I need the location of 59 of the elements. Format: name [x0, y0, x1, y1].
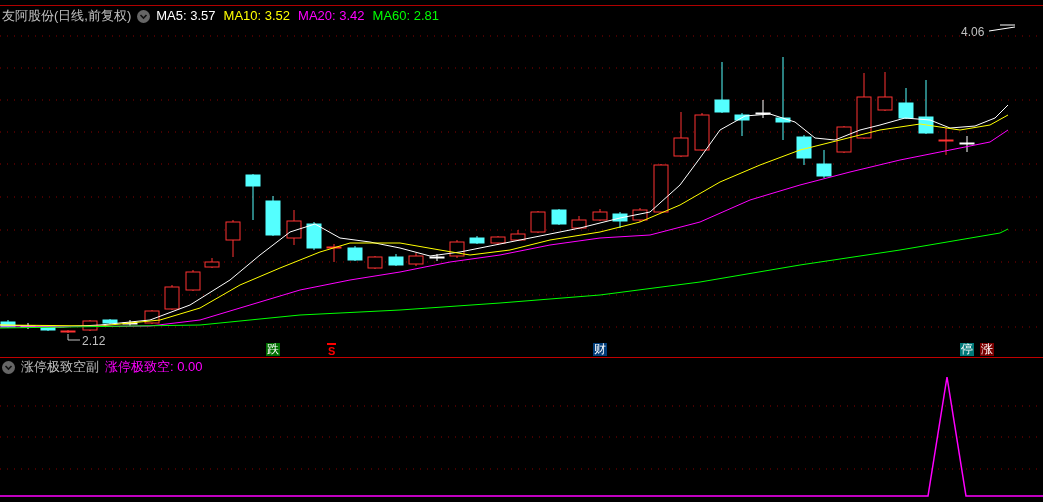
candlestick: [856, 72, 872, 140]
price-pointer-icon: [67, 333, 81, 341]
candlestick: [938, 127, 954, 156]
candlestick: [877, 71, 893, 112]
candlestick: [816, 149, 832, 179]
candlestick: [306, 221, 322, 251]
candlestick: [632, 207, 648, 223]
dropdown-icon[interactable]: [2, 360, 15, 374]
moving-average-label: MA10: 3.52: [223, 8, 291, 24]
candlestick: [612, 211, 628, 229]
candlestick: [408, 252, 424, 267]
candlestick: [82, 319, 98, 332]
price-label: 4.06: [961, 25, 985, 39]
signal-badge: 涨: [980, 343, 994, 356]
candlestick: [122, 319, 138, 327]
candlestick: [60, 329, 76, 334]
dropdown-icon[interactable]: [137, 9, 151, 23]
candlestick: [653, 163, 669, 214]
candlestick: [510, 229, 526, 242]
candlestick: [164, 284, 180, 311]
candlestick: [551, 208, 567, 226]
candlestick: [429, 253, 445, 262]
indicator-name: 涨停极致空副: [21, 359, 99, 375]
candlestick: [204, 257, 220, 269]
candlestick: [449, 239, 465, 259]
candlestick: [694, 112, 710, 152]
candlestick: [673, 111, 689, 158]
candlestick: [265, 195, 281, 237]
candlestick: [918, 79, 934, 135]
candlestick: [714, 61, 730, 114]
candlestick: [734, 112, 750, 137]
candlestick: [592, 208, 608, 222]
candlestick: [755, 99, 771, 119]
chart-title: 友阿股份(日线,前复权): [2, 8, 132, 24]
candlestick: [225, 219, 241, 258]
price-pointer-icon: [988, 24, 1016, 32]
candlestick: [898, 87, 914, 120]
candlestick: [347, 245, 363, 262]
moving-average-label: MA5: 3.57: [156, 8, 216, 24]
candlestick: [367, 255, 383, 270]
signal-badge: 财: [593, 343, 607, 356]
signal-badge: 跌: [266, 343, 280, 356]
moving-average-label: MA20: 3.42: [298, 8, 365, 24]
candlestick: [959, 135, 975, 153]
signal-badge: 停: [960, 343, 974, 356]
candlestick: [326, 243, 342, 263]
candlestick: [490, 235, 506, 246]
candlestick: [571, 215, 587, 230]
candlestick: [469, 235, 485, 245]
candlestick: [796, 134, 812, 166]
candlestick: [185, 269, 201, 292]
moving-average-label: MA60: 2.81: [372, 8, 440, 24]
indicator-value: 涨停极致空: 0.00: [105, 359, 203, 375]
candlestick: [102, 318, 118, 325]
candlestick: [245, 173, 261, 221]
candlestick: [530, 210, 546, 234]
candlestick: [286, 209, 302, 246]
price-label: 2.12: [82, 334, 106, 348]
candlestick: [388, 253, 404, 267]
